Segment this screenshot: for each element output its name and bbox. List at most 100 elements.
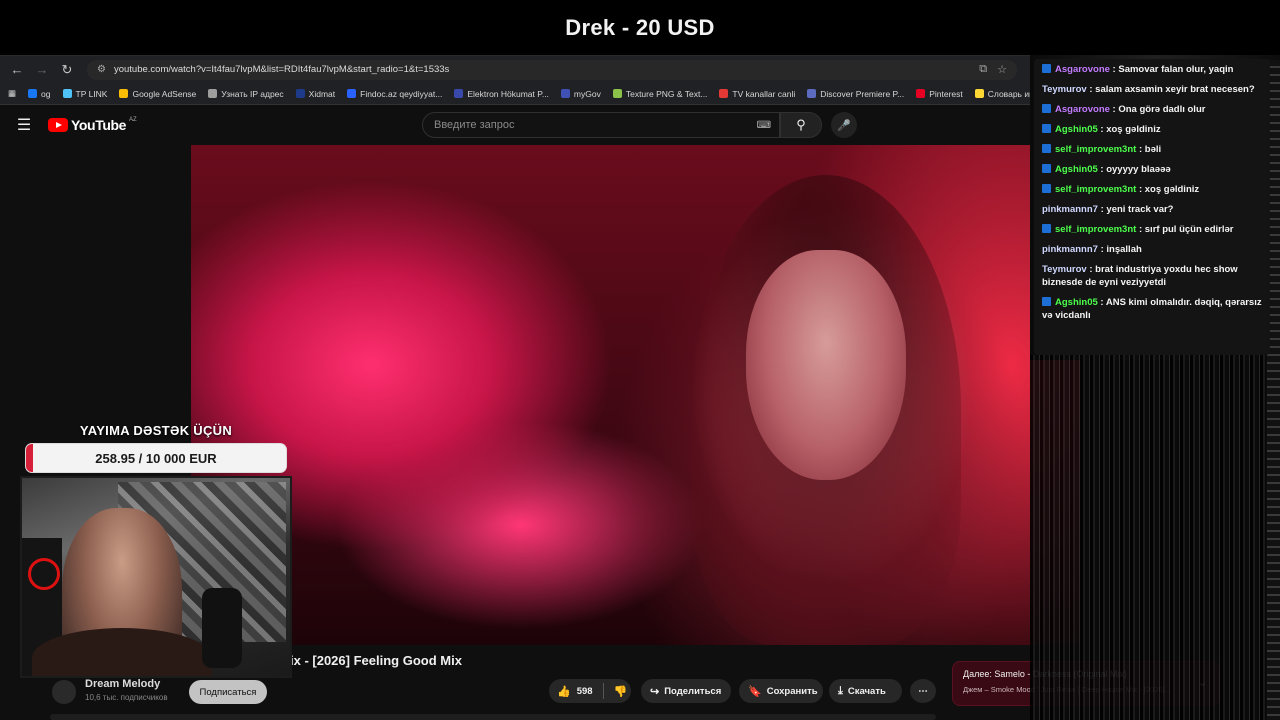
- chat-text: Ona görə dadlı olur: [1118, 104, 1206, 115]
- chat-username[interactable]: pinkmannn7: [1042, 204, 1098, 215]
- chat-username[interactable]: Asgarovone: [1055, 64, 1110, 75]
- like-dislike-group: 👍 598 👎: [549, 679, 631, 703]
- bookmark-item[interactable]: myGov: [560, 88, 601, 99]
- chat-separator: :: [1086, 84, 1096, 95]
- chat-text: yeni track var?: [1106, 204, 1174, 215]
- install-app-icon[interactable]: ⧉: [979, 63, 987, 76]
- chat-message: Agshin05 : ANS kimi olmalıdır. dəqiq, qə…: [1042, 296, 1264, 322]
- channel-name[interactable]: Dream Melody: [85, 678, 160, 690]
- youtube-play-icon: [48, 118, 68, 132]
- bookmark-item[interactable]: Узнать IP адрес: [208, 89, 284, 99]
- chat-separator: :: [1097, 297, 1106, 308]
- save-button[interactable]: 🔖 Сохранить: [739, 679, 823, 703]
- more-actions-button[interactable]: ⋯: [910, 679, 936, 703]
- chat-username[interactable]: Asgarovone: [1055, 104, 1110, 115]
- chat-message: self_improvem3nt : sırf pul üçün edirlər: [1042, 223, 1264, 236]
- bookmark-item[interactable]: TV kanallar canli: [719, 89, 795, 99]
- voice-search-button[interactable]: 🎤: [831, 112, 857, 138]
- subscriber-count: 10,6 тыс. подписчиков: [85, 693, 168, 702]
- bookmark-label: Texture PNG & Text...: [625, 88, 708, 99]
- search-icon: ⚲: [796, 117, 806, 132]
- bookmark-favicon-icon: [454, 89, 464, 98]
- chat-message: Asgarovone : Ona görə dadlı olur: [1042, 103, 1264, 116]
- chat-text: sırf pul üçün edirlər: [1144, 224, 1234, 235]
- platform-badge-icon: [1042, 224, 1051, 233]
- bookmark-favicon-icon: [347, 89, 357, 98]
- donation-amount: 258.95 / 10 000 EUR: [95, 450, 217, 466]
- address-bar[interactable]: ⚙ youtube.com/watch?v=It4fau7lvpM&list=R…: [87, 59, 1017, 80]
- dislike-icon[interactable]: 👎: [614, 685, 628, 698]
- like-count[interactable]: 598: [577, 686, 593, 697]
- chat-username[interactable]: Teymurov: [1042, 84, 1087, 95]
- stream-title: Drek - 20 USD: [0, 0, 1280, 55]
- apps-grid-icon[interactable]: ▦: [8, 88, 16, 99]
- platform-badge-icon: [1042, 64, 1051, 73]
- address-url: youtube.com/watch?v=It4fau7lvpM&list=RDI…: [113, 64, 450, 75]
- keyboard-icon[interactable]: ⌨: [757, 120, 771, 131]
- chat-message: self_improvem3nt : bəli: [1042, 143, 1264, 156]
- bookmark-label: Pinterest: [929, 88, 963, 99]
- platform-badge-icon: [1042, 104, 1051, 113]
- site-info-icon[interactable]: ⚙: [97, 64, 106, 75]
- chat-username[interactable]: Teymurov: [1042, 264, 1087, 275]
- menu-icon[interactable]: ☰: [4, 115, 44, 135]
- chat-text: Samovar falan olur, yaqin: [1118, 64, 1234, 75]
- donation-title: YAYIMA DƏSTƏK ÜÇÜN: [79, 423, 233, 438]
- comments-area-edge: [50, 714, 936, 720]
- subscribe-button[interactable]: Подписаться: [189, 680, 267, 704]
- reload-icon[interactable]: ↻: [56, 59, 78, 81]
- bookmark-item[interactable]: Discover Premiere P...: [807, 89, 904, 99]
- chat-message: Teymurov : brat industriya yoxdu hec sho…: [1042, 263, 1264, 289]
- platform-badge-icon: [1042, 184, 1051, 193]
- platform-badge-icon: [1042, 164, 1051, 173]
- microphone: [202, 588, 242, 668]
- share-button[interactable]: ↪ Поделиться: [641, 679, 731, 703]
- chat-message: self_improvem3nt : xoş gəldiniz: [1042, 183, 1264, 196]
- like-icon[interactable]: 👍: [557, 685, 571, 698]
- bookmark-item[interactable]: Elektron Hökumat P...: [454, 89, 549, 99]
- bookmark-favicon-icon: [62, 89, 72, 98]
- video-frame-face: [746, 250, 906, 480]
- chat-separator: :: [1136, 184, 1145, 195]
- bookmark-favicon-icon: [719, 89, 729, 98]
- chat-separator: :: [1097, 124, 1107, 135]
- video-player[interactable]: [191, 145, 1080, 645]
- bookmark-item[interactable]: Xidmat: [295, 88, 336, 99]
- forward-icon[interactable]: →: [31, 59, 53, 81]
- bookmark-item[interactable]: Findoc.az qeydiyyat...: [347, 89, 442, 99]
- bookmark-label: myGov: [573, 88, 601, 99]
- bookmark-item[interactable]: Pinterest: [916, 89, 963, 99]
- search-button[interactable]: ⚲: [780, 112, 822, 138]
- platform-badge-icon: [1042, 144, 1051, 153]
- bookmark-item[interactable]: Texture PNG & Text...: [612, 88, 708, 99]
- back-icon[interactable]: ←: [6, 59, 28, 81]
- channel-avatar[interactable]: [52, 680, 76, 704]
- chat-username[interactable]: Agshin05: [1055, 164, 1098, 175]
- bookmark-favicon-icon: [560, 89, 570, 98]
- chat-username[interactable]: self_improvem3nt: [1055, 224, 1136, 235]
- bookmark-label: Xidmat: [308, 88, 336, 99]
- bookmark-favicon-icon: [807, 89, 817, 98]
- chat-username[interactable]: Agshin05: [1055, 297, 1098, 308]
- bookmark-star-icon[interactable]: ☆: [997, 63, 1007, 76]
- bookmark-favicon-icon: [119, 89, 129, 98]
- search-input[interactable]: Введите запрос ⌨: [422, 112, 780, 138]
- chat-username[interactable]: self_improvem3nt: [1055, 184, 1136, 195]
- bookmark-item[interactable]: og: [28, 89, 51, 99]
- youtube-logo[interactable]: YouTube AZ: [48, 117, 137, 133]
- stream-overlay: Drek - 20 USD ← → ↻ ⚙ youtube.com/watch?…: [0, 0, 1280, 720]
- share-icon: ↪: [650, 685, 660, 698]
- download-button[interactable]: ⤓ Скачать: [829, 679, 902, 703]
- chat-message: Agshin05 : oyyyyy blaəəə: [1042, 163, 1264, 176]
- bookmark-favicon-icon: [916, 89, 926, 98]
- bookmark-label: Findoc.az qeydiyyat...: [360, 88, 443, 99]
- chat-username[interactable]: self_improvem3nt: [1055, 144, 1136, 155]
- save-icon: 🔖: [748, 685, 762, 698]
- webcam-feed: [20, 476, 292, 678]
- chat-username[interactable]: Agshin05: [1055, 124, 1098, 135]
- chat-username[interactable]: pinkmannn7: [1042, 244, 1098, 255]
- chat-message: Asgarovone : Samovar falan olur, yaqin: [1042, 63, 1264, 76]
- divider: [602, 683, 604, 699]
- bookmark-item[interactable]: Google AdSense: [119, 89, 196, 99]
- bookmark-item[interactable]: TP LINK: [62, 89, 107, 99]
